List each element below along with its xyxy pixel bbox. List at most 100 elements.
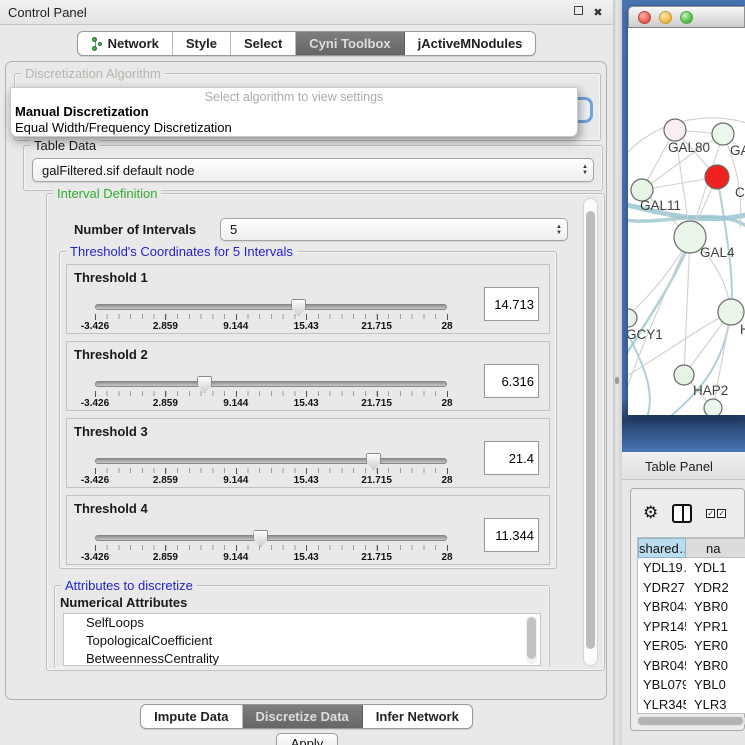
threshold-2-value-field[interactable] [484,364,539,398]
threshold-3-value-field[interactable] [484,441,539,475]
group-title: Threshold's Coordinates for 5 Intervals [66,244,297,259]
threshold-2-slider[interactable]: -3.4262.8599.14415.4321.71528 [95,379,447,405]
slider-track[interactable] [95,458,447,464]
list-item[interactable]: SelfLoops [64,614,540,632]
network-desktop: GAL80 GA C GAL11 GAL4 GCY1 H HAP2 [622,0,745,452]
network-window-titlebar[interactable] [628,6,745,28]
apply-button[interactable]: Apply [276,733,338,745]
threshold-label: Threshold 3 [74,424,148,439]
network-canvas[interactable]: GAL80 GA C GAL11 GAL4 GCY1 H HAP2 [628,28,745,415]
threshold-label: Threshold 1 [74,270,148,285]
float-window-icon[interactable] [571,6,585,18]
threshold-panel-4: Threshold 4 -3.4262.8599.14415.4321.7152… [66,495,550,565]
panel-splitter[interactable] [613,0,622,745]
tab-discretize-data[interactable]: Discretize Data [243,705,363,728]
close-icon[interactable]: ✖ [591,6,605,19]
zoom-traffic-light-icon[interactable] [680,11,693,24]
threshold-panel-2: Threshold 2 -3.4262.8599.14415.4321.7152… [66,341,550,411]
slider-track[interactable] [95,304,447,310]
list-item[interactable]: TopologicalCoefficient [64,632,540,650]
close-traffic-light-icon[interactable] [638,11,651,24]
table-panel-area: ⚙ ✓✓ shared… na YDL19…YDL1 YDR27…YDR2 YB… [622,480,745,745]
node-label: GA [730,143,745,158]
group-title: Discretization Algorithm [21,66,165,81]
dropdown-option-manual[interactable]: Manual Discretization [11,104,577,120]
dropdown-option-equal-width[interactable]: Equal Width/Frequency Discretization [11,120,577,136]
group-title: Attributes to discretize [61,578,197,593]
splitter-grip-icon[interactable] [615,377,619,384]
table-row[interactable]: YBR043CYBR0 [638,597,745,617]
threshold-4-value-field[interactable] [484,518,539,552]
node-label: H [740,322,745,337]
table-row[interactable]: YLR345WYLR3 [638,695,745,715]
node-table[interactable]: shared… na YDL19…YDL1 YDR27…YDR2 YBR043C… [637,537,745,714]
tab-style[interactable]: Style [173,32,231,55]
panel-title: Control Panel [8,5,565,20]
tab-impute-data[interactable]: Impute Data [141,705,242,728]
table-panel: ⚙ ✓✓ shared… na YDL19…YDL1 YDR27…YDR2 YB… [630,488,745,731]
table-toolbar: ⚙ ✓✓ [631,501,744,525]
cyni-toolbox-panel: Discretization Algorithm Table Data galF… [5,61,607,700]
node-label: GAL11 [640,198,681,213]
panel-scrollbar[interactable] [583,198,598,666]
node-hap2[interactable] [674,365,694,385]
column-header-name[interactable]: na [686,538,745,558]
tab-jactivemnodules[interactable]: jActiveMNodules [405,32,536,55]
tab-select[interactable]: Select [231,32,296,55]
threshold-label: Threshold 2 [74,347,148,362]
table-row[interactable]: YDR27…YDR2 [638,578,745,598]
threshold-3-slider[interactable]: -3.4262.8599.14415.4321.71528 [95,456,447,482]
threshold-label: Threshold 4 [74,501,148,516]
node-label: GCY1 [628,327,663,342]
table-row[interactable]: YER054CYER0 [638,636,745,656]
group-title: Interval Definition [53,186,161,201]
table-row[interactable]: YPR145WYPR1 [638,617,745,637]
combo-arrows-icon: ▲▼ [556,219,562,240]
threshold-panel-3: Threshold 3 -3.4262.8599.14415.4321.7152… [66,418,550,488]
node-red-selected[interactable] [705,165,729,189]
node-ga[interactable] [712,123,734,145]
right-workspace: GAL80 GA C GAL11 GAL4 GCY1 H HAP2 Table … [622,0,745,745]
table-data-group: Table Data galFiltered.sif default node … [23,145,603,191]
select-columns-icon[interactable]: ✓✓ [706,509,726,518]
table-data-combobox[interactable]: galFiltered.sif default node ▲▼ [32,158,594,182]
node-label: GAL4 [700,245,735,260]
interval-definition-group: Interval Definition Number of Intervals … [46,193,605,671]
slider-track[interactable] [95,535,447,541]
node-gcy1[interactable] [628,309,637,327]
list-item[interactable]: BetweennessCentrality [64,650,540,666]
node-label: HAP2 [693,383,728,398]
table-data-value: galFiltered.sif default node [42,163,194,178]
table-row[interactable]: YDL19…YDL1 [638,558,745,578]
table-header-row: shared… na [638,538,745,558]
threshold-panel-1: Threshold 1 -3.4262.8599.14415.4321.7152… [66,264,550,334]
algorithm-dropdown-popup: Select algorithm to view settings Manual… [10,87,578,137]
table-row[interactable]: YBR045CYBR0 [638,656,745,676]
table-horizontal-scrollbar[interactable] [637,716,745,726]
tab-cyni-toolbox[interactable]: Cyni Toolbox [296,32,404,55]
node-gal80[interactable] [664,119,686,141]
table-row[interactable]: YBL079WYBL0 [638,675,745,695]
threshold-4-slider[interactable]: -3.4262.8599.14415.4321.71528 [95,533,447,559]
list-scrollbar[interactable] [526,616,537,664]
node-label: GAL80 [668,140,710,155]
columns-icon[interactable] [672,504,692,523]
table-panel-title: Table Panel [645,459,713,474]
tab-infer-network[interactable]: Infer Network [363,705,472,728]
column-header-shared[interactable]: shared… [638,538,686,558]
number-of-intervals-combobox[interactable]: 5 ▲▼ [220,218,568,241]
thresholds-group: Threshold's Coordinates for 5 Intervals … [59,251,557,569]
threshold-1-slider[interactable]: -3.4262.8599.14415.4321.71528 [95,302,447,328]
slider-track[interactable] [95,381,447,387]
attributes-group: Attributes to discretize Numerical Attri… [54,585,550,668]
minimize-traffic-light-icon[interactable] [659,11,672,24]
numerical-attributes-list[interactable]: SelfLoops TopologicalCoefficient Between… [63,613,541,666]
gear-icon[interactable]: ⚙ [643,503,658,523]
node-partial[interactable] [704,399,722,415]
tab-network[interactable]: Network [78,32,173,55]
network-view-window[interactable]: GAL80 GA C GAL11 GAL4 GCY1 H HAP2 [628,6,745,415]
node-label: C [735,185,745,200]
top-tab-bar: Network Style Select Cyni Toolbox jActiv… [0,31,613,56]
threshold-1-value-field[interactable] [484,287,539,321]
dropdown-hint: Select algorithm to view settings [11,88,577,104]
